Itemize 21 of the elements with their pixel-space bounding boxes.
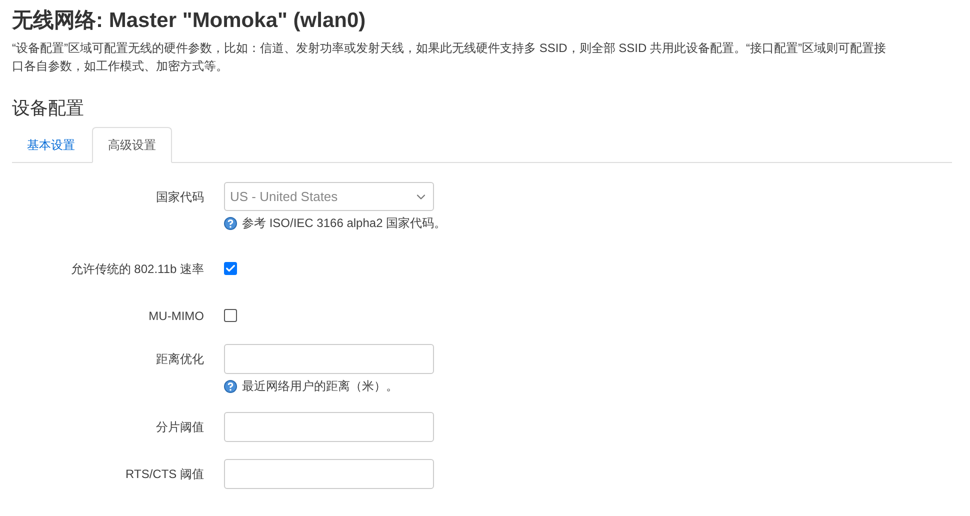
country-select[interactable]: US - United States	[224, 182, 434, 211]
help-icon	[224, 216, 237, 230]
field-label: MU-MIMO	[148, 308, 204, 325]
section-title: 设备配置	[12, 97, 85, 120]
input-field[interactable]	[224, 459, 434, 489]
checkbox[interactable]	[224, 309, 237, 322]
input-field[interactable]	[224, 344, 434, 374]
page-title: 无线网络: Master "Momoka" (wlan0)	[12, 8, 367, 34]
description: “设备配置”区域可配置无线的硬件参数，比如：信道、发射功率或发射天线，如果此无线硬件支持多 SSID，则全部 SSID 共用此设备配置。“接口配置”区域则可配置接口各自参数，如工作模式、加密方式等。	[12, 40, 888, 75]
field-label: 国家代码	[156, 189, 204, 206]
tab[interactable]: 基本设置	[12, 127, 90, 162]
field-label: 允许传统的 802.11b 速率	[70, 261, 204, 278]
field-label: 分片阈值	[156, 419, 204, 436]
checkbox[interactable]	[224, 262, 237, 275]
field-label: 距离优化	[156, 351, 204, 368]
help-text: 最近网络用户的距离（米）。	[242, 378, 398, 395]
help-icon	[224, 380, 237, 392]
field-label: RTS/CTS 阈值	[126, 466, 204, 483]
help-text: 参考 ISO/IEC 3166 alpha2 国家代码。	[242, 215, 446, 232]
tab[interactable]: 高级设置	[92, 127, 172, 163]
input-field[interactable]	[224, 412, 434, 442]
